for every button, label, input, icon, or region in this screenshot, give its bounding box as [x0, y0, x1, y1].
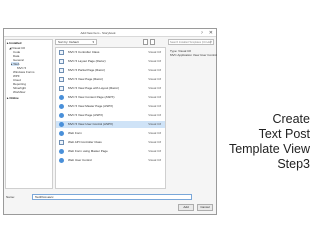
template-row[interactable]: MVC 5 View Content Page (ASPX) Visual C# [56, 94, 165, 101]
template-name: Web Form using Master Page [68, 149, 108, 153]
tree-item-installed[interactable]: ▸ Installed [7, 41, 22, 45]
web-template-icon [59, 104, 64, 109]
template-category-tree: ▸ Installed ◢ Visual C# Code Data Genera… [5, 39, 53, 189]
template-row[interactable]: Web Form Visual C# [56, 130, 165, 137]
template-language: Visual C# [148, 158, 161, 162]
web-template-icon [59, 95, 64, 100]
template-language: Visual C# [148, 104, 161, 108]
cancel-button[interactable]: Cancel [197, 204, 213, 211]
template-language: Visual C# [148, 131, 161, 135]
template-name: MVC 5 View Content Page (ASPX) [68, 95, 115, 99]
web-template-icon [59, 149, 64, 154]
template-name: MVC 5 Controller Class [68, 50, 100, 54]
template-list: MVC 5 Controller Class Visual C# MVC 5 Lay… [55, 47, 166, 189]
add-button[interactable]: Add [178, 204, 194, 211]
grid-view-icon[interactable] [150, 39, 155, 45]
search-icon: ⚲ [209, 40, 212, 44]
file-template-icon [59, 59, 64, 64]
template-row[interactable]: MVC 5 View Page with Layout (Razor) Visua… [56, 85, 165, 92]
web-template-icon [59, 158, 64, 163]
template-name: MVC 5 Layout Page (Razor) [68, 59, 106, 63]
template-name: Web Form [68, 131, 82, 135]
template-row[interactable]: MVC 5 View Page (Razor) Visual C# [56, 76, 165, 83]
name-label: Name: [6, 195, 15, 199]
template-language: Visual C# [148, 113, 161, 117]
template-language: Visual C# [148, 140, 161, 144]
template-language: Visual C# [148, 122, 161, 126]
template-row[interactable]: MVC 5 View Master Page (ASPX) Visual C# [56, 103, 165, 110]
file-template-icon [59, 50, 64, 55]
template-details: Type: Visual C# MVC Application View Use… [168, 47, 217, 77]
tree-item-workflow[interactable]: Workflow [13, 90, 25, 94]
caption-line: Create [272, 112, 310, 126]
template-language: Visual C# [148, 149, 161, 153]
search-input[interactable]: Search Installed Templates (Ctrl+E) ⚲ [168, 39, 214, 45]
template-row[interactable]: Web Form using Master Page Visual C# [56, 148, 165, 155]
template-language: Visual C# [148, 50, 161, 54]
template-name: Web API Controller Class [68, 140, 102, 144]
sort-label: Sort by: [58, 40, 69, 44]
search-placeholder: Search Installed Templates (Ctrl+E) [170, 41, 211, 44]
slide-caption: Create Text Post Template View Step3 [229, 112, 310, 172]
template-name: Web User Control [68, 158, 92, 162]
list-view-icon[interactable] [143, 39, 148, 45]
tree-item-online[interactable]: ▸ Online [7, 96, 19, 100]
template-row[interactable]: Web API Controller Class Visual C# [56, 139, 165, 146]
template-language: Visual C# [148, 77, 161, 81]
sort-value: Default [69, 40, 79, 44]
template-name: MVC 5 View Page with Layout (Razor) [68, 86, 120, 90]
dialog-titlebar: Add New Item - Storybook ? ✕ [4, 29, 216, 37]
file-template-icon [59, 86, 64, 91]
chevron-down-icon: ▾ [92, 40, 94, 44]
web-template-icon [59, 131, 64, 136]
template-toolbar: Sort by: Default ▾ [55, 39, 166, 46]
template-name: MVC 5 View User Control (ASPX) [68, 122, 113, 126]
template-name: MVC 5 View Master Page (ASPX) [68, 104, 114, 108]
name-field[interactable]: TextPost.ascx [32, 194, 192, 200]
add-new-item-dialog: Add New Item - Storybook ? ✕ ▸ Installed… [3, 28, 217, 215]
file-template-icon [59, 140, 64, 145]
close-icon[interactable]: ✕ [209, 30, 213, 36]
template-language: Visual C# [148, 68, 161, 72]
template-name: MVC 5 View Page (ASPX) [68, 113, 104, 117]
web-template-icon [59, 122, 64, 127]
details-description: MVC Application View User Control [170, 53, 217, 57]
template-language: Visual C# [148, 59, 161, 63]
sort-dropdown[interactable]: Sort by: Default ▾ [55, 39, 97, 45]
help-icon[interactable]: ? [201, 30, 203, 36]
caption-line: Text Post [258, 127, 310, 141]
template-name: MVC 5 View Page (Razor) [68, 77, 104, 81]
template-row[interactable]: Web User Control Visual C# [56, 157, 165, 164]
template-language: Visual C# [148, 86, 161, 90]
template-language: Visual C# [148, 95, 161, 99]
template-row[interactable]: MVC 5 Controller Class Visual C# [56, 49, 165, 56]
caption-line: Step3 [277, 157, 310, 171]
template-row[interactable]: MVC 5 Layout Page (Razor) Visual C# [56, 58, 165, 65]
template-row[interactable]: MVC 5 Partial Page (Razor) Visual C# [56, 67, 165, 74]
file-template-icon [59, 77, 64, 82]
template-row[interactable]: MVC 5 View Page (ASPX) Visual C# [56, 112, 165, 119]
caption-line: Template View [228, 142, 310, 156]
web-template-icon [59, 113, 64, 118]
file-template-icon [59, 68, 64, 73]
template-row[interactable]: MVC 5 View User Control (ASPX) Visual C# [56, 121, 165, 128]
template-name: MVC 5 Partial Page (Razor) [68, 68, 106, 72]
dialog-title: Add New Item - Storybook [80, 31, 116, 35]
